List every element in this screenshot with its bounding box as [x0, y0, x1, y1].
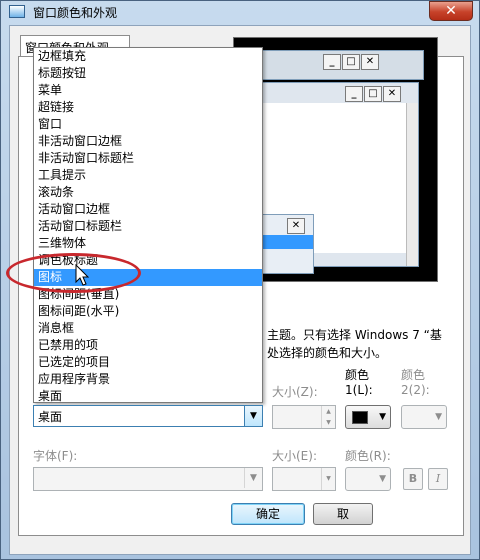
dropdown-item[interactable]: 工具提示 — [34, 167, 262, 184]
chevron-down-icon: ▼ — [435, 412, 442, 422]
italic-button[interactable]: I — [428, 468, 448, 490]
font-color-picker-button[interactable]: ▼ — [345, 467, 391, 491]
color2-label-line1: 颜色 — [401, 368, 426, 382]
item-dropdown-list[interactable]: 边框填充 标题按钮 菜单 超链接 窗口 非活动窗口边框 非活动窗口标题栏 工具提示 滚动条 活动窗… — [33, 47, 263, 403]
dropdown-item[interactable]: 桌面 — [34, 388, 262, 405]
color1-swatch — [352, 411, 368, 424]
close-button[interactable]: ✕ — [429, 1, 473, 21]
dropdown-item[interactable]: 已选定的项目 — [34, 354, 262, 371]
chevron-down-icon: ▼ — [321, 468, 335, 490]
close-icon: ✕ — [361, 54, 379, 70]
item-size-spinner[interactable]: ▲ ▼ — [272, 405, 336, 429]
appearance-dialog: 窗口颜色和外观 ✕ 窗口颜色和外观 _ □ ✕ _ □ ✕ ✕ — [0, 0, 480, 560]
window-title: 窗口颜色和外观 — [33, 6, 118, 20]
maximize-icon: □ — [364, 86, 382, 102]
chevron-down-icon: ▼ — [379, 474, 386, 484]
maximize-icon: □ — [342, 54, 360, 70]
info-text-line2: 处选择的颜色和大小。 — [267, 346, 388, 360]
appearance-preview: _ □ ✕ _ □ ✕ ✕ — [233, 37, 438, 282]
close-icon: ✕ — [287, 218, 305, 234]
spinner-arrows-icon[interactable]: ▲ ▼ — [321, 406, 335, 428]
dropdown-item[interactable]: 菜单 — [34, 82, 262, 99]
item-combo-value: 桌面 — [38, 410, 63, 424]
item-size-label: 大小(Z): — [272, 385, 318, 399]
minimize-icon: _ — [323, 54, 341, 70]
item-combo[interactable]: 桌面 ▼ — [33, 405, 263, 427]
dropdown-item[interactable]: 标题按钮 — [34, 65, 262, 82]
preview-active-caption-buttons: _ □ ✕ — [345, 86, 401, 102]
font-combo[interactable]: ▼ — [33, 467, 263, 491]
dropdown-item[interactable]: 边框填充 — [34, 48, 262, 65]
dropdown-item[interactable]: 非活动窗口标题栏 — [34, 150, 262, 167]
minimize-icon: _ — [345, 86, 363, 102]
info-text-line1: 主题。只有选择 Windows 7 “基 — [267, 328, 442, 342]
font-size-combo[interactable]: ▼ — [272, 467, 336, 491]
dropdown-item[interactable]: 已禁用的项 — [34, 337, 262, 354]
color1-picker-button[interactable]: ▼ — [345, 405, 391, 429]
color1-label-line2: 1(L): — [345, 383, 373, 397]
color1-label-line1: 颜色 — [345, 368, 370, 382]
bold-button[interactable]: B — [403, 468, 423, 490]
dropdown-item[interactable]: 活动窗口标题栏 — [34, 218, 262, 235]
color2-picker-button[interactable]: ▼ — [401, 405, 447, 429]
font-color-label: 颜色(R): — [345, 449, 391, 463]
close-icon: ✕ — [383, 86, 401, 102]
dropdown-item[interactable]: 应用程序背景 — [34, 371, 262, 388]
chevron-down-icon: ▼ — [244, 468, 262, 488]
font-size-label: 大小(E): — [272, 449, 317, 463]
dropdown-item[interactable]: 滚动条 — [34, 184, 262, 201]
cancel-button[interactable]: 取 — [313, 503, 373, 525]
dropdown-item[interactable]: 活动窗口边框 — [34, 201, 262, 218]
ok-button[interactable]: 确定 — [231, 503, 305, 525]
mouse-pointer-icon — [75, 264, 90, 286]
window-icon — [9, 5, 25, 18]
dropdown-item[interactable]: 图标间距(水平) — [34, 303, 262, 320]
preview-scrollbar — [406, 103, 418, 266]
preview-message-caption: ✕ — [287, 218, 305, 234]
dropdown-item[interactable]: 非活动窗口边框 — [34, 133, 262, 150]
color2-label-line2: 2(2): — [401, 383, 430, 397]
dropdown-item[interactable]: 消息框 — [34, 320, 262, 337]
dropdown-item[interactable]: 窗口 — [34, 116, 262, 133]
chevron-down-icon[interactable]: ▼ — [244, 406, 262, 426]
preview-caption-buttons: _ □ ✕ — [323, 54, 379, 70]
title-bar: 窗口颜色和外观 ✕ — [1, 1, 479, 23]
chevron-down-icon: ▼ — [379, 412, 386, 422]
font-label: 字体(F): — [33, 449, 78, 463]
highlight-ellipse — [6, 253, 141, 293]
dropdown-item[interactable]: 三维物体 — [34, 235, 262, 252]
dropdown-item[interactable]: 超链接 — [34, 99, 262, 116]
